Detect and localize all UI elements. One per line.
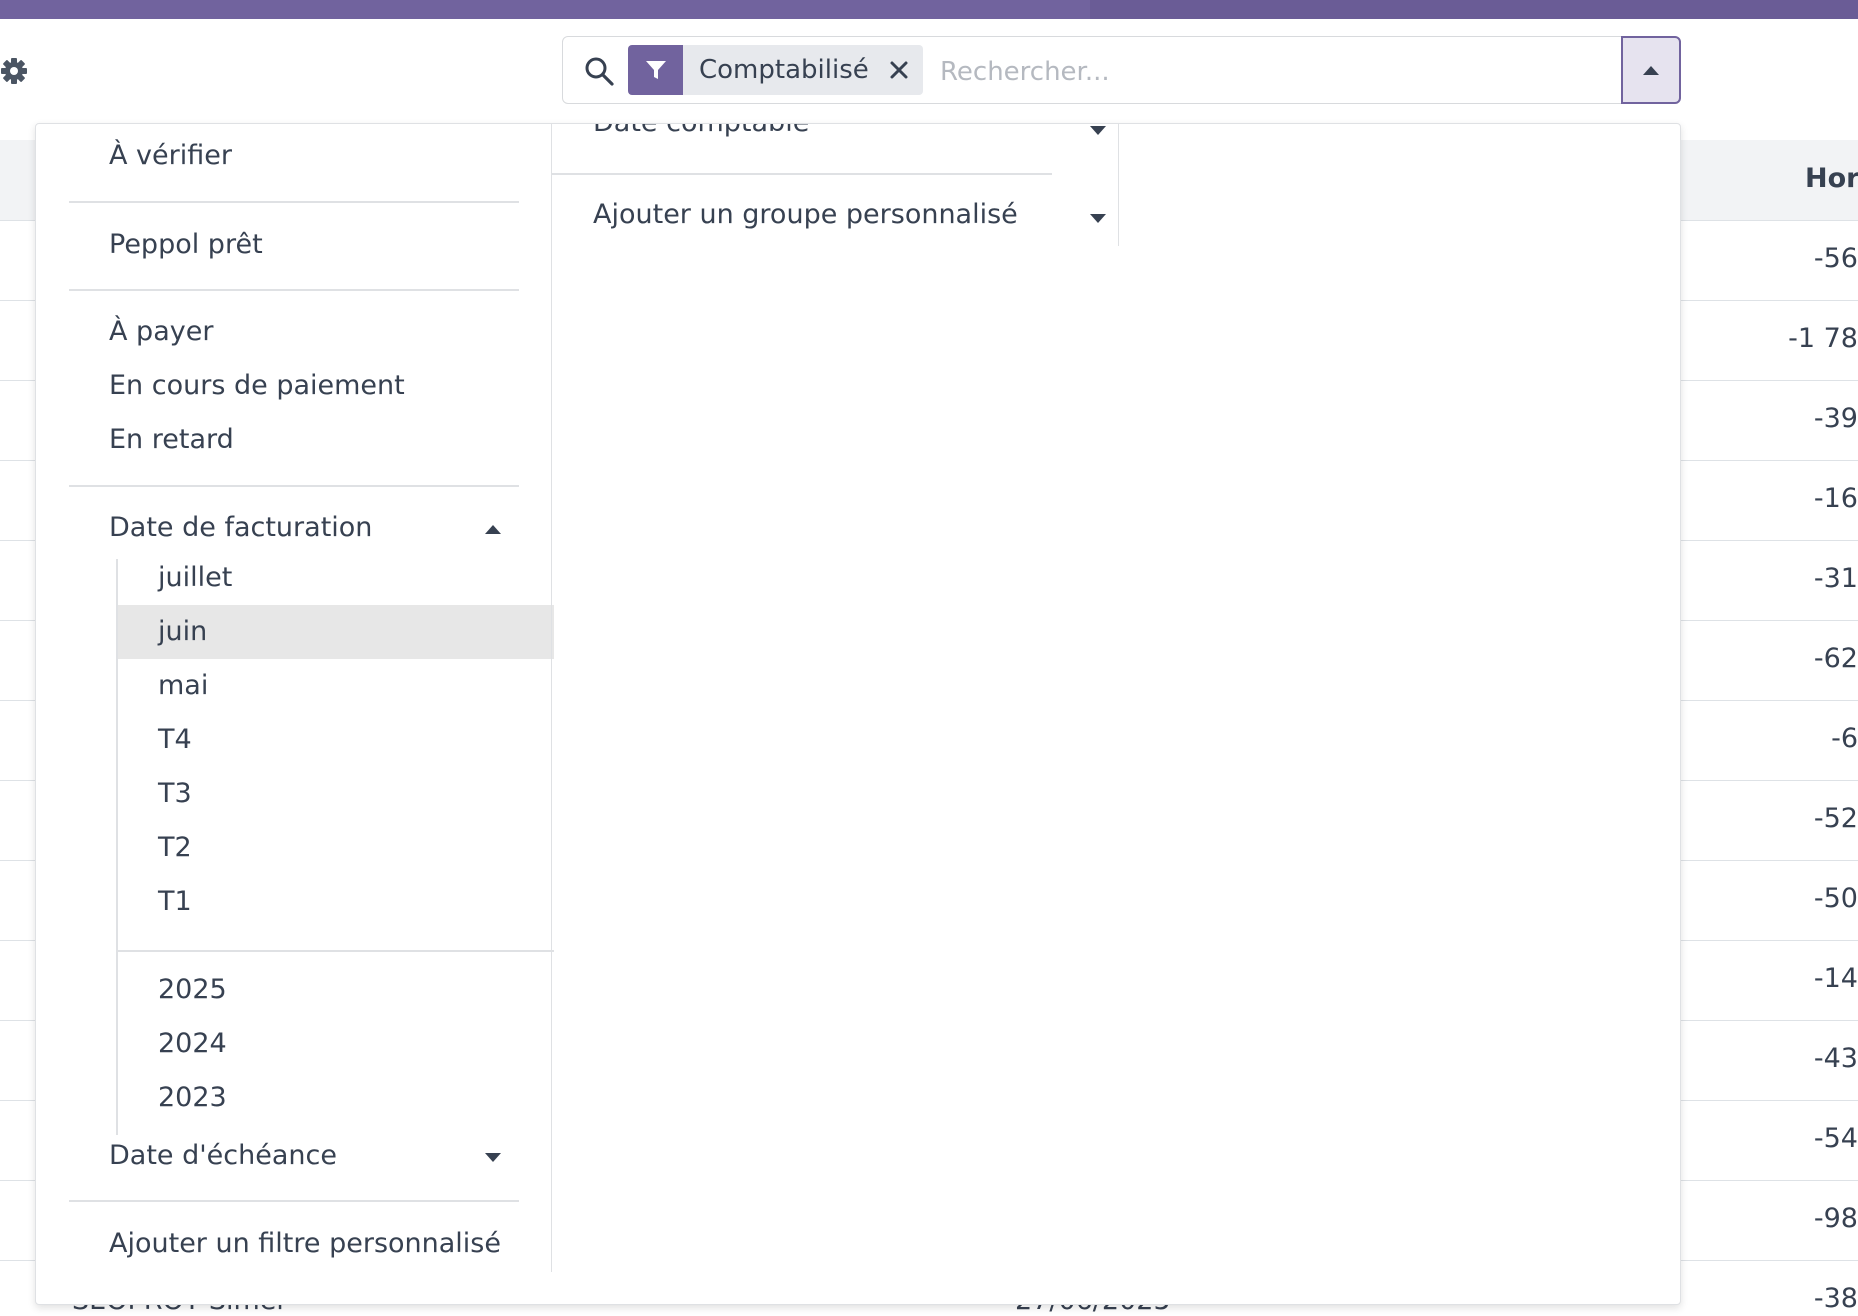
- invoice-date-year[interactable]: 2024: [118, 1017, 554, 1071]
- filter-icon: [628, 45, 683, 95]
- caret-down-icon: [485, 1153, 501, 1162]
- filter-in-payment[interactable]: En cours de paiement: [109, 370, 405, 401]
- add-custom-group[interactable]: Ajouter un groupe personnalisé: [593, 199, 1018, 230]
- add-custom-filter[interactable]: Ajouter un filtre personnalisé: [109, 1228, 501, 1259]
- column-divider: [1118, 124, 1119, 246]
- filter-to-pay[interactable]: À payer: [109, 316, 213, 347]
- filter-due-date[interactable]: Date d'échéance: [109, 1140, 337, 1171]
- filter-peppol-ready[interactable]: Peppol prêt: [109, 229, 263, 260]
- search-input[interactable]: [938, 51, 1502, 93]
- caret-up-icon: [1643, 65, 1659, 75]
- invoice-date-option[interactable]: juillet: [118, 551, 554, 605]
- search-panel-dropdown: À vérifier Peppol prêt À payer En cours …: [35, 123, 1681, 1305]
- filter-late[interactable]: En retard: [109, 424, 234, 455]
- invoice-date-option[interactable]: T2: [118, 821, 554, 875]
- invoice-date-option[interactable]: T3: [118, 767, 554, 821]
- caret-up-icon: [485, 525, 501, 534]
- invoice-date-year[interactable]: 2025: [118, 963, 554, 1017]
- filter-invoice-date[interactable]: Date de facturation: [109, 512, 372, 543]
- search-icon[interactable]: [583, 55, 615, 87]
- divider: [69, 289, 519, 291]
- search-facet[interactable]: Comptabilisé: [628, 45, 923, 95]
- column-divider: [551, 124, 552, 1272]
- invoice-date-year[interactable]: 2023: [118, 1071, 554, 1125]
- invoice-date-option[interactable]: T1: [118, 875, 554, 929]
- divider: [69, 1200, 519, 1202]
- filter-to-check[interactable]: À vérifier: [109, 140, 232, 171]
- divider: [118, 950, 554, 952]
- divider: [69, 201, 519, 203]
- facet-label: Comptabilisé: [699, 55, 869, 85]
- top-navbar: [0, 0, 1858, 19]
- gear-icon[interactable]: [0, 56, 32, 88]
- invoice-date-option[interactable]: mai: [118, 659, 554, 713]
- invoice-date-option-selected[interactable]: juin: [118, 605, 554, 659]
- group-by-column: Date comptable Ajouter un groupe personn…: [552, 124, 1152, 244]
- column-header-untaxed[interactable]: Hors: [1805, 163, 1858, 194]
- search-bar: Comptabilisé: [562, 36, 1680, 104]
- caret-down-icon: [1090, 214, 1106, 223]
- divider: [69, 485, 519, 487]
- group-accounting-date[interactable]: Date comptable: [593, 124, 809, 138]
- invoice-date-option[interactable]: T4: [118, 713, 554, 767]
- filters-column: À vérifier Peppol prêt À payer En cours …: [36, 124, 554, 1274]
- close-icon[interactable]: [889, 60, 909, 80]
- caret-down-icon: [1090, 126, 1106, 135]
- search-panel-toggle-button[interactable]: [1621, 36, 1681, 104]
- divider: [552, 173, 1052, 175]
